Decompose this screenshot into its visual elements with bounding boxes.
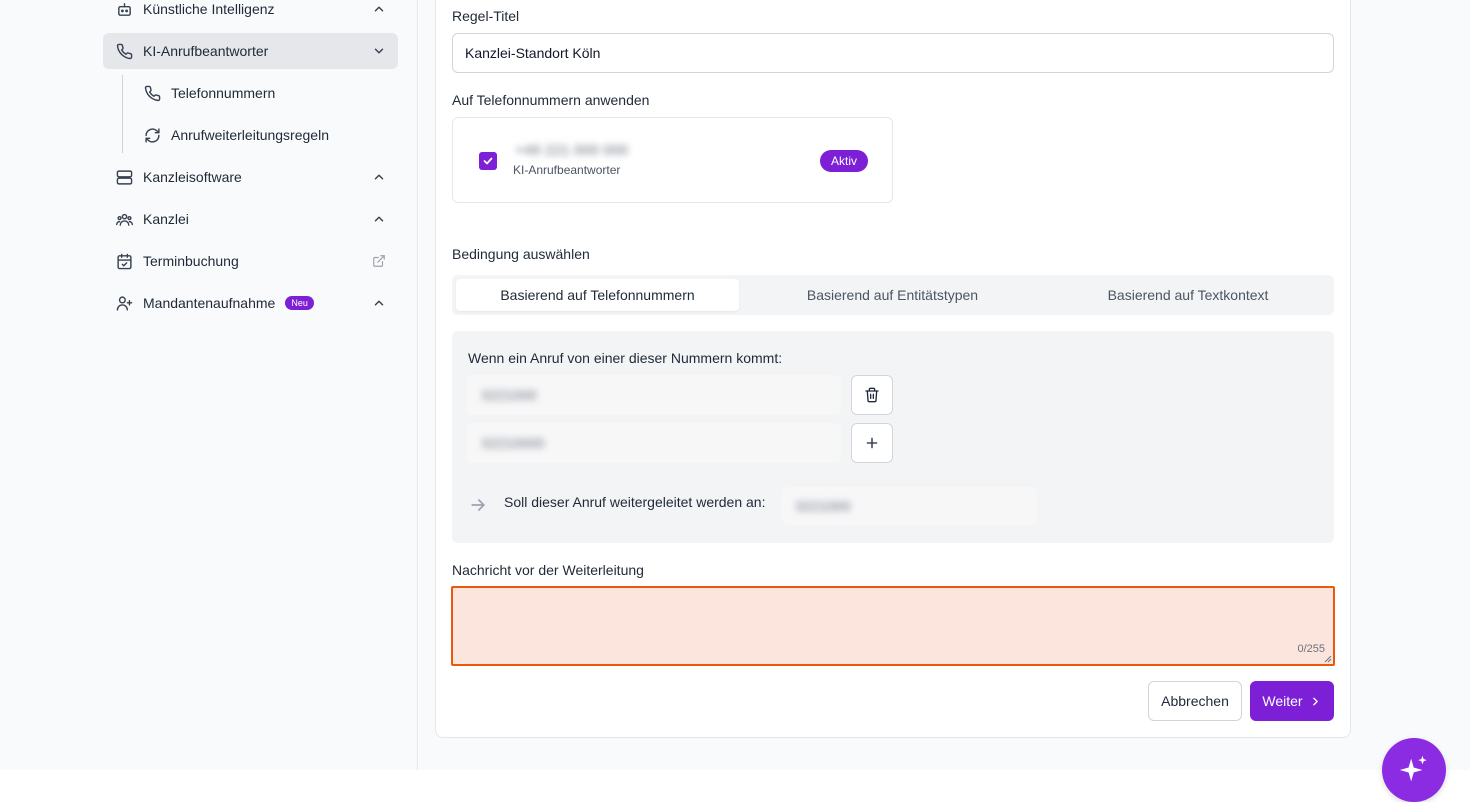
phone-number-value: +49 221 000 000 xyxy=(515,142,629,159)
sidebar-subitem-anrufweiterleitungsregeln[interactable]: Anrufweiterleitungsregeln xyxy=(131,117,398,153)
nav-item-mandantenaufnahme[interactable]: Mandantenaufnahme Neu xyxy=(103,285,398,321)
nav-item-terminbuchung[interactable]: Terminbuchung xyxy=(103,243,398,279)
robot-icon xyxy=(115,0,133,18)
nav-item-kuenstliche-intelligenz[interactable]: Künstliche Intelligenz xyxy=(103,0,398,27)
add-number-button[interactable] xyxy=(851,423,893,463)
nav-item-label: Künstliche Intelligenz xyxy=(143,1,275,17)
refresh-icon xyxy=(143,126,161,144)
condition-panel: Wenn ein Anruf von einer dieser Nummern … xyxy=(452,331,1334,543)
trash-icon xyxy=(865,387,879,403)
nav-item-kanzleisoftware[interactable]: Kanzleisoftware xyxy=(103,159,398,195)
chevron-up-icon xyxy=(372,296,386,310)
status-badge: Aktiv xyxy=(819,150,868,172)
check-icon xyxy=(483,157,493,165)
nav-item-ki-anrufbeantworter[interactable]: KI-Anrufbeantworter xyxy=(103,33,398,69)
tab-entitaetstypen[interactable]: Basierend auf Entitätstypen xyxy=(745,279,1040,311)
condition-label: Bedingung auswählen xyxy=(452,246,590,262)
next-button[interactable]: Weiter xyxy=(1250,681,1334,721)
sparkle-icon xyxy=(1399,755,1427,782)
plus-icon xyxy=(866,437,878,449)
user-plus-icon xyxy=(115,294,133,312)
forward-number-input[interactable]: 0221000 xyxy=(782,487,1037,525)
delete-number-button[interactable] xyxy=(851,375,893,415)
nav-item-label: Mandantenaufnahme xyxy=(143,295,276,311)
chevron-up-icon xyxy=(372,170,386,184)
condition-tabs: Basierend auf Telefonnummern Basierend a… xyxy=(452,275,1334,315)
nav-item-label: Kanzlei xyxy=(143,211,189,227)
condition-heading: Wenn ein Anruf von einer dieser Nummern … xyxy=(468,350,783,366)
phone-icon xyxy=(143,84,161,102)
chevron-right-icon xyxy=(1312,697,1318,705)
external-link-icon xyxy=(372,254,386,268)
sidebar-subitem-label: Telefonnummern xyxy=(171,85,276,101)
forward-label: Soll dieser Anruf weitergeleitet werden … xyxy=(504,494,766,510)
phone-number-card[interactable]: +49 221 000 000 KI-Anrufbeantworter Akti… xyxy=(452,117,893,203)
phone-icon xyxy=(115,42,133,60)
nav-item-label: Kanzleisoftware xyxy=(143,169,242,185)
new-number-value: 02210000 xyxy=(482,435,545,451)
character-counter: 0/255 xyxy=(1297,643,1325,655)
cancel-button[interactable]: Abbrechen xyxy=(1148,681,1242,721)
chevron-up-icon xyxy=(372,212,386,226)
new-badge: Neu xyxy=(285,296,314,310)
title-label: Regel-Titel xyxy=(452,8,520,24)
forward-number-value: 0221000 xyxy=(796,498,851,514)
ai-assistant-button[interactable] xyxy=(1382,738,1446,802)
next-button-label: Weiter xyxy=(1262,693,1303,709)
new-number-input[interactable]: 02210000 xyxy=(466,423,841,463)
arrow-right-icon xyxy=(468,495,488,515)
resize-handle-icon[interactable] xyxy=(1324,655,1332,663)
server-icon xyxy=(115,168,133,186)
tab-textkontext[interactable]: Basierend auf Textkontext xyxy=(1042,279,1334,311)
nav-item-label: Terminbuchung xyxy=(143,253,239,269)
nav-item-kanzlei[interactable]: Kanzlei xyxy=(103,201,398,237)
chevron-down-icon xyxy=(372,44,386,58)
nav-item-label: KI-Anrufbeantworter xyxy=(143,43,269,59)
message-textarea[interactable]: 0/255 xyxy=(451,586,1335,666)
source-number-value: 0221000 xyxy=(482,387,537,403)
source-number-input[interactable]: 0221000 xyxy=(466,375,841,415)
phone-checkbox[interactable] xyxy=(479,152,497,170)
apply-label: Auf Telefonnummern anwenden xyxy=(452,92,650,108)
calendar-check-icon xyxy=(115,252,133,270)
sidebar-subitem-label: Anrufweiterleitungsregeln xyxy=(171,127,329,143)
message-label: Nachricht vor der Weiterleitung xyxy=(452,562,644,578)
rule-title-input[interactable]: Kanzlei-Standort Köln xyxy=(452,33,1334,73)
chevron-up-icon xyxy=(372,2,386,16)
submenu-divider xyxy=(122,75,123,153)
users-icon xyxy=(115,210,133,228)
phone-number-subtitle: KI-Anrufbeantworter xyxy=(513,163,621,177)
sidebar-subitem-telefonnummern[interactable]: Telefonnummern xyxy=(131,75,398,111)
tab-telefonnummern[interactable]: Basierend auf Telefonnummern xyxy=(456,279,739,311)
sidebar xyxy=(0,0,418,770)
